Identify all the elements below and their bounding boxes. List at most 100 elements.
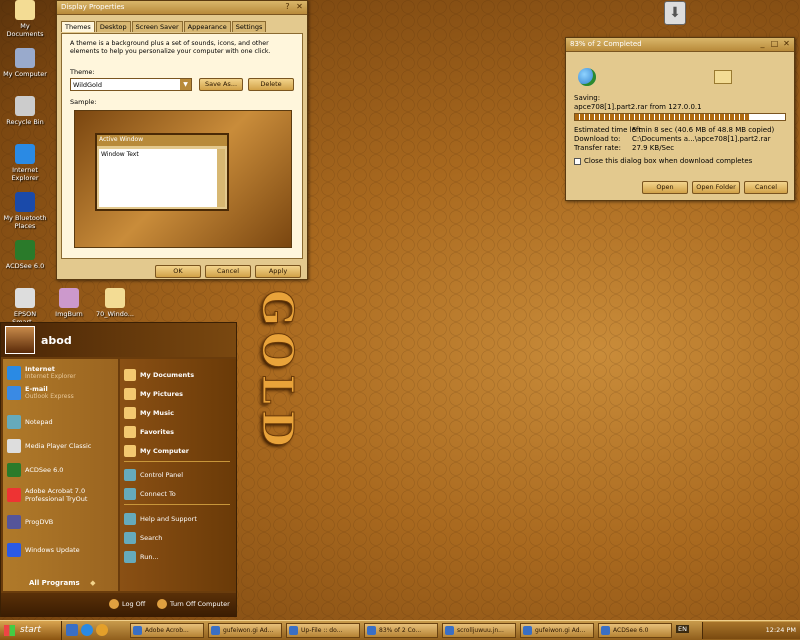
taskbar-button[interactable]: Up-File :: do... (286, 623, 360, 638)
tab-settings[interactable]: Settings (231, 21, 267, 32)
start-right-item-help[interactable]: Help and Support (124, 513, 197, 525)
desktop-item[interactable]: Recycle Bin (2, 96, 48, 126)
chevron-down-icon[interactable]: ▼ (180, 79, 191, 90)
connect-to-icon (124, 488, 136, 500)
tab-themes[interactable]: Themes (61, 21, 95, 32)
close-button[interactable]: ✕ (781, 39, 792, 50)
start-left-item-progdvb[interactable]: ProgDVB (7, 515, 115, 529)
desktop-item[interactable]: EPSON Smart... (2, 288, 48, 326)
start-left-item-mpc[interactable]: Media Player Classic (7, 439, 115, 453)
turn-off-button[interactable]: Turn Off Computer (157, 599, 230, 609)
desktop-item[interactable]: ACDSee 6.0 (2, 240, 48, 270)
desktop-item-label: ACDSee 6.0 (5, 262, 45, 270)
taskbar-button[interactable]: Adobe Acrob... (130, 623, 204, 638)
maximize-button[interactable]: □ (769, 39, 780, 50)
start-left-item-acdsee[interactable]: ACDSee 6.0 (7, 463, 115, 477)
desktop-item[interactable]: My Bluetooth Places (2, 192, 48, 230)
start-button[interactable]: start (0, 621, 62, 640)
cancel-button[interactable]: Cancel (205, 265, 251, 278)
taskbar-button[interactable]: ACDSee 6.0 (598, 623, 672, 638)
avatar[interactable] (5, 326, 35, 354)
start-item-text: Notepad (25, 418, 115, 426)
start-right-item-connect-to[interactable]: Connect To (124, 488, 176, 500)
delete-button[interactable]: Delete (248, 78, 294, 91)
folder-icon (105, 288, 125, 308)
start-right-item-search[interactable]: Search (124, 532, 162, 544)
desktop-item[interactable]: ImgBurn (46, 288, 92, 318)
saving-label: Saving: (574, 94, 601, 102)
log-off-button[interactable]: Log Off (109, 599, 145, 609)
desktop-item[interactable]: 70_Windo... (92, 288, 138, 318)
help-button[interactable]: ? (282, 2, 293, 13)
start-left-item-email[interactable]: E-mail Outlook Express (7, 385, 115, 400)
start-right-item-run[interactable]: Run... (124, 551, 159, 563)
start-item-label: ProgDVB (25, 518, 54, 526)
start-right-item-favorites[interactable]: Favorites (124, 426, 174, 438)
email-icon (7, 385, 21, 400)
download-info-value: 27.9 KB/Sec (632, 144, 675, 152)
start-right-item-my-music[interactable]: My Music (124, 407, 174, 419)
start-right-item-my-computer[interactable]: My Computer (124, 445, 189, 457)
run-icon (124, 551, 136, 563)
open-button[interactable]: Open (642, 181, 688, 194)
start-item-text: Media Player Classic (25, 442, 115, 450)
clock[interactable]: 12:24 PM (766, 626, 796, 634)
start-right-item-control-panel[interactable]: Control Panel (124, 469, 183, 481)
minimize-button[interactable]: _ (757, 39, 768, 50)
my-computer-icon (15, 48, 35, 68)
save-as-button[interactable]: Save As... (199, 78, 243, 91)
start-left-item-ie[interactable]: Internet Internet Explorer (7, 365, 115, 380)
app-icon (445, 626, 454, 635)
taskbar: start Adobe Acrob... gufeiwon.gi Ad... Up-… (0, 620, 800, 640)
taskbar-button[interactable]: scrolljuwuu.jn... (442, 623, 516, 638)
media-player-icon[interactable] (96, 624, 108, 636)
divider (124, 461, 230, 462)
desktop-item[interactable]: Internet Explorer (2, 144, 48, 182)
start-right-item-my-documents[interactable]: My Documents (124, 369, 194, 381)
desktop-item[interactable]: My Documents (2, 0, 48, 38)
theme-select[interactable]: WildGold ▼ (70, 78, 192, 91)
start-item-label: Adobe Acrobat 7.0 Professional TryOut (25, 487, 88, 503)
acrobat-icon (7, 488, 21, 502)
internet-explorer-icon (15, 144, 35, 164)
start-item-label: Favorites (140, 428, 174, 436)
close-button[interactable]: ✕ (294, 2, 305, 13)
app-icon (211, 626, 220, 635)
start-label: start (20, 625, 41, 635)
start-right-item-my-pictures[interactable]: My Pictures (124, 388, 183, 400)
start-item-label: My Music (140, 409, 175, 417)
all-programs-label: All Programs (29, 579, 80, 587)
download-arrow-icon[interactable]: ⬇ (664, 1, 686, 25)
taskbar-button[interactable]: gufeiwon.gi Ad... (208, 623, 282, 638)
all-programs-button[interactable]: All Programs ◆ (29, 579, 96, 587)
epson-icon (15, 288, 35, 308)
favorites-icon (124, 426, 136, 438)
theme-label: Theme: (70, 68, 95, 76)
themes-description: A theme is a background plus a set of so… (70, 40, 271, 55)
download-info-value: C:\Documents a...\apce708[1].part2.rar (632, 135, 771, 143)
download-titlebar[interactable]: 83% of 2 Completed _ □ ✕ (566, 38, 794, 52)
apply-button[interactable]: Apply (255, 265, 301, 278)
taskbar-button[interactable]: gufeiwon.gi Ad... (520, 623, 594, 638)
internet-explorer-icon[interactable] (81, 624, 93, 636)
desktop-item[interactable]: My Computer (2, 48, 48, 78)
tab-screen-saver[interactable]: Screen Saver (131, 21, 183, 32)
gold-logo: GOLD (253, 290, 303, 453)
tab-appearance[interactable]: Appearance (183, 21, 231, 32)
ok-button[interactable]: OK (155, 265, 201, 278)
open-folder-button[interactable]: Open Folder (692, 181, 740, 194)
start-left-item-notepad[interactable]: Notepad (7, 415, 115, 429)
start-left-item-acrobat[interactable]: Adobe Acrobat 7.0 Professional TryOut (7, 487, 115, 503)
help-icon (124, 513, 136, 525)
desktop-icon[interactable] (66, 624, 78, 636)
close-when-done-checkbox[interactable] (574, 158, 581, 165)
start-left-item-windows-update[interactable]: Windows Update (7, 543, 115, 557)
desktop-item-label: Recycle Bin (6, 118, 44, 126)
app-icon (133, 626, 142, 635)
download-info-key: Transfer rate: (574, 144, 621, 152)
cancel-download-button[interactable]: Cancel (744, 181, 788, 194)
tab-desktop[interactable]: Desktop (95, 21, 131, 32)
display-properties-titlebar[interactable]: Display Properties ? ✕ (57, 1, 307, 15)
taskbar-button[interactable]: 83% of 2 Co... (364, 623, 438, 638)
language-indicator[interactable]: EN (676, 625, 689, 633)
